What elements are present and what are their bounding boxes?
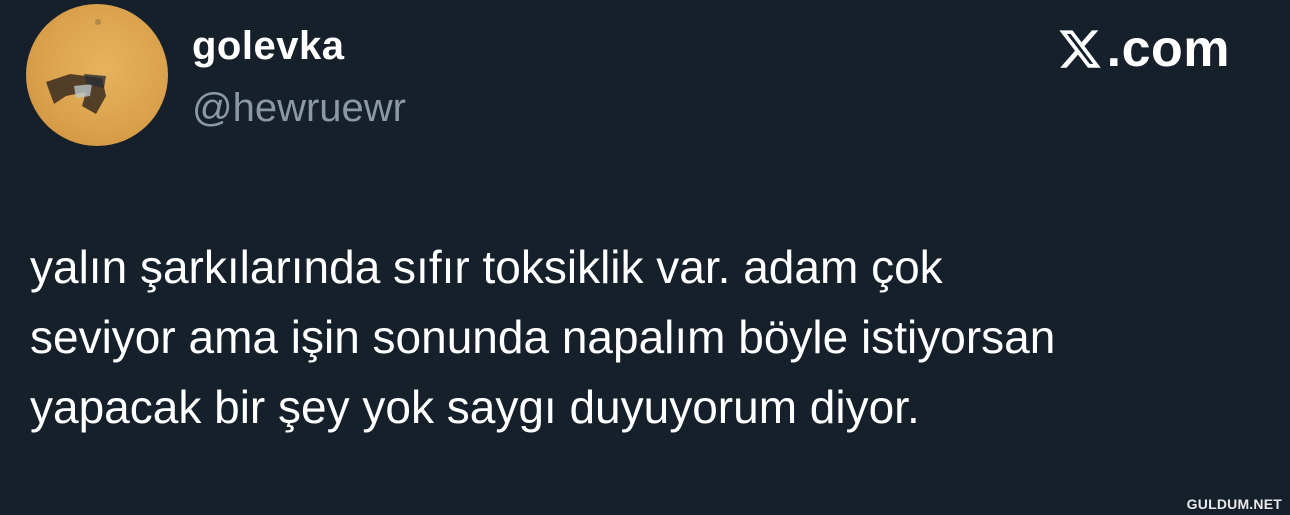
display-name[interactable]: golevka <box>192 22 344 70</box>
user-handle[interactable]: @hewruewr <box>192 84 406 132</box>
watermark: GULDUM.NET <box>1186 496 1282 512</box>
x-brand: .com <box>1057 22 1230 76</box>
brand-domain: .com <box>1106 20 1230 78</box>
avatar[interactable] <box>26 4 168 146</box>
avatar-image <box>46 19 106 114</box>
tweet-text: yalın şarkılarında sıfır toksiklik var. … <box>30 241 1056 433</box>
tweet-card: golevka @hewruewr .com yalın şarkılarınd… <box>0 0 1290 515</box>
x-logo-icon <box>1059 30 1101 68</box>
